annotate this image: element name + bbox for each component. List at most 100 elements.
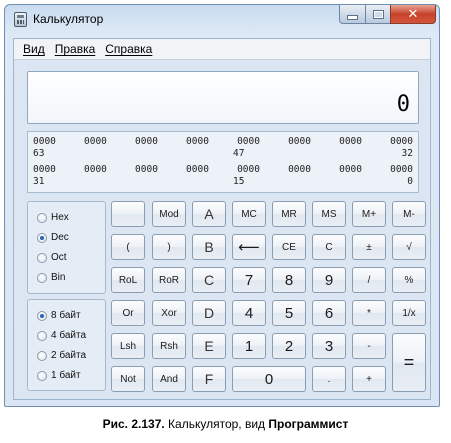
clear-entry-key[interactable]: CE [272, 234, 306, 260]
minimize-button[interactable] [339, 5, 366, 24]
hex-a-key[interactable]: A [192, 201, 226, 227]
radio-4-bytes[interactable]: 4 байта [37, 330, 86, 341]
window-title: Калькулятор [33, 12, 104, 26]
bit-group[interactable]: 0000 [339, 164, 362, 175]
memory-add-key[interactable]: M+ [352, 201, 386, 227]
bit-group[interactable]: 0000 [84, 164, 107, 175]
bit-group[interactable]: 0000 [33, 136, 56, 147]
radio-dec[interactable]: Dec [37, 232, 69, 243]
menu-view[interactable]: Вид [18, 42, 50, 56]
title-bar[interactable]: Калькулятор ✕ [5, 5, 439, 33]
digit-3-key[interactable]: 3 [312, 333, 346, 359]
calculator-window: Калькулятор ✕ Вид Правка Справка 0 0000 … [4, 4, 440, 407]
blank-key[interactable] [111, 201, 145, 227]
rotate-left-key[interactable]: RoL [111, 267, 145, 293]
radio-button-icon [37, 232, 47, 243]
hex-b-key[interactable]: B [192, 234, 226, 260]
or-key[interactable]: Or [111, 300, 145, 326]
radio-label: 1 байт [51, 370, 81, 381]
xor-key[interactable]: Xor [152, 300, 186, 326]
bit-row-upper: 0000 0000 0000 0000 0000 0000 0000 0000 [33, 136, 413, 147]
clear-key[interactable]: C [312, 234, 346, 260]
bit-group[interactable]: 0000 [186, 136, 209, 147]
bit-group[interactable]: 0000 [390, 136, 413, 147]
open-paren-key[interactable]: ( [111, 234, 145, 260]
digit-6-key[interactable]: 6 [312, 300, 346, 326]
bit-index-label: 0 [407, 176, 413, 187]
digit-4-key[interactable]: 4 [232, 300, 266, 326]
square-root-key[interactable]: √ [392, 234, 426, 260]
close-paren-key[interactable]: ) [152, 234, 186, 260]
right-shift-key[interactable]: Rsh [152, 333, 186, 359]
hex-f-key[interactable]: F [192, 366, 226, 392]
radio-bin[interactable]: Bin [37, 272, 65, 283]
digit-0-key[interactable]: 0 [232, 366, 306, 392]
bit-group[interactable]: 0000 [135, 136, 158, 147]
radio-label: 4 байта [51, 330, 87, 341]
radio-label: 8 байт [51, 310, 81, 321]
radio-label: 2 байта [51, 350, 87, 361]
close-icon: ✕ [407, 6, 419, 21]
bit-group[interactable]: 0000 [33, 164, 56, 175]
bit-group[interactable]: 0000 [237, 164, 260, 175]
bit-group[interactable]: 0000 [84, 136, 107, 147]
memory-store-key[interactable]: MS [312, 201, 346, 227]
bit-row-lower: 0000 0000 0000 0000 0000 0000 0000 0000 [33, 164, 413, 175]
radio-hex[interactable]: Hex [37, 212, 69, 223]
reciprocal-key[interactable]: 1/x [392, 300, 426, 326]
menu-help[interactable]: Справка [100, 42, 157, 56]
result-display: 0 [27, 71, 419, 124]
rotate-right-key[interactable]: RoR [152, 267, 186, 293]
radio-button-icon [37, 310, 47, 321]
left-shift-key[interactable]: Lsh [111, 333, 145, 359]
memory-clear-key[interactable]: MC [232, 201, 266, 227]
bit-group[interactable]: 0000 [288, 136, 311, 147]
hex-e-key[interactable]: E [192, 333, 226, 359]
plus-key[interactable]: + [352, 366, 386, 392]
radio-2-bytes[interactable]: 2 байта [37, 350, 86, 361]
radio-label: Oct [51, 252, 67, 263]
digit-7-key[interactable]: 7 [232, 267, 266, 293]
memory-subtract-key[interactable]: M- [392, 201, 426, 227]
percent-key[interactable]: % [392, 267, 426, 293]
decimal-point-key[interactable]: . [312, 366, 346, 392]
digit-1-key[interactable]: 1 [232, 333, 266, 359]
backspace-key[interactable]: ⟵ [232, 234, 266, 260]
calculator-body: Вид Правка Справка 0 0000 0000 0000 0000… [13, 38, 431, 400]
radio-label: Bin [51, 272, 66, 283]
close-button[interactable]: ✕ [390, 5, 436, 24]
digit-9-key[interactable]: 9 [312, 267, 346, 293]
negate-key[interactable]: ± [352, 234, 386, 260]
bit-group[interactable]: 0000 [135, 164, 158, 175]
memory-recall-key[interactable]: MR [272, 201, 306, 227]
equals-key[interactable]: = [392, 333, 426, 392]
digit-8-key[interactable]: 8 [272, 267, 306, 293]
not-key[interactable]: Not [111, 366, 145, 392]
mod-key[interactable]: Mod [152, 201, 186, 227]
digit-2-key[interactable]: 2 [272, 333, 306, 359]
minus-key[interactable]: - [352, 333, 386, 359]
hex-c-key[interactable]: C [192, 267, 226, 293]
bit-group[interactable]: 0000 [186, 164, 209, 175]
bit-group[interactable]: 0000 [237, 136, 260, 147]
calculator-app-icon [14, 12, 27, 27]
figure-number: Рис. 2.137. [102, 417, 165, 431]
digit-5-key[interactable]: 5 [272, 300, 306, 326]
and-key[interactable]: And [152, 366, 186, 392]
display-value: 0 [396, 92, 410, 117]
radio-button-icon [37, 272, 47, 283]
menu-edit[interactable]: Правка [50, 42, 101, 56]
bit-group[interactable]: 0000 [288, 164, 311, 175]
bit-group[interactable]: 0000 [339, 136, 362, 147]
multiply-key[interactable]: * [352, 300, 386, 326]
radio-oct[interactable]: Oct [37, 252, 67, 263]
bit-index-label: 47 [233, 148, 245, 159]
bit-group[interactable]: 0000 [390, 164, 413, 175]
radio-8-bytes[interactable]: 8 байт [37, 310, 81, 321]
bit-index-label: 63 [33, 148, 45, 159]
radio-1-byte[interactable]: 1 байт [37, 370, 81, 381]
caption-text: Калькулятор, вид [164, 417, 269, 431]
maximize-button[interactable] [365, 5, 391, 24]
divide-key[interactable]: / [352, 267, 386, 293]
hex-d-key[interactable]: D [192, 300, 226, 326]
